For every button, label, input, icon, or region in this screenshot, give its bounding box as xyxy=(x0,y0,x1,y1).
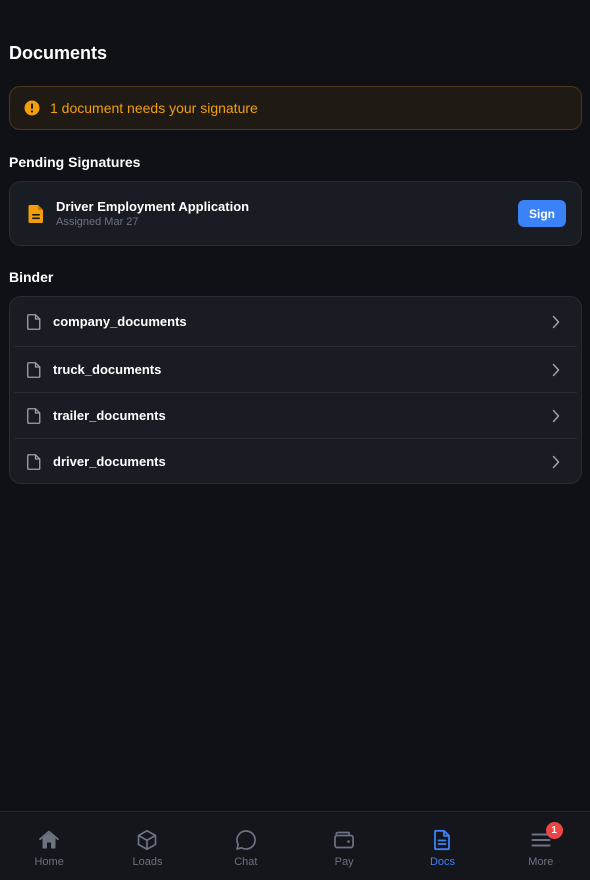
nav-item-more[interactable]: More 1 xyxy=(492,812,590,880)
nav-label: Home xyxy=(34,856,64,868)
nav-label: Pay xyxy=(334,856,354,868)
chevron-right-icon xyxy=(551,315,561,329)
binder-list: company_documents truck_documents traile… xyxy=(9,296,582,484)
binder-title: Binder xyxy=(9,269,54,285)
box-icon xyxy=(135,828,159,852)
bottom-nav: Home Loads Chat Pay Docs More 1 xyxy=(0,811,590,880)
file-icon xyxy=(27,313,41,330)
file-icon xyxy=(27,407,41,424)
binder-item-label: driver_documents xyxy=(53,454,166,469)
file-icon xyxy=(27,453,41,470)
chevron-right-icon xyxy=(551,455,561,469)
document-icon xyxy=(430,828,454,852)
pending-item-text: Driver Employment Application Assigned M… xyxy=(56,199,518,229)
nav-item-docs[interactable]: Docs xyxy=(393,812,491,880)
pending-item-subtitle: Assigned Mar 27 xyxy=(56,215,139,228)
nav-label: Loads xyxy=(132,856,163,868)
pending-signatures-title: Pending Signatures xyxy=(9,154,141,170)
signature-alert: 1 document needs your signature xyxy=(9,86,582,130)
nav-item-chat[interactable]: Chat xyxy=(197,812,295,880)
chat-bubble-icon xyxy=(234,828,258,852)
nav-label: Docs xyxy=(429,856,455,868)
binder-item-label: trailer_documents xyxy=(53,408,166,423)
alert-circle-icon xyxy=(24,100,40,116)
sign-button[interactable]: Sign xyxy=(518,200,566,227)
chevron-right-icon xyxy=(551,363,561,377)
pending-item-title: Driver Employment Application xyxy=(56,198,250,214)
nav-item-home[interactable]: Home xyxy=(0,812,98,880)
wallet-icon xyxy=(332,828,356,852)
chevron-right-icon xyxy=(551,409,561,423)
notification-badge: 1 xyxy=(545,822,563,839)
binder-item-label: truck_documents xyxy=(53,362,162,377)
nav-label: More xyxy=(528,856,554,868)
binder-item-truck-documents[interactable]: truck_documents xyxy=(14,347,577,393)
file-icon xyxy=(27,361,41,378)
nav-item-pay[interactable]: Pay xyxy=(295,812,393,880)
document-text-icon xyxy=(28,204,44,223)
nav-label: Chat xyxy=(234,856,258,868)
page-title: Documents xyxy=(9,43,108,63)
documents-screen: Documents 1 document needs your signatur… xyxy=(0,0,590,880)
home-icon xyxy=(37,828,61,852)
binder-item-driver-documents[interactable]: driver_documents xyxy=(14,439,577,484)
pending-signature-item[interactable]: Driver Employment Application Assigned M… xyxy=(9,181,582,246)
alert-text: 1 document needs your signature xyxy=(50,100,258,116)
binder-item-label: company_documents xyxy=(53,314,187,329)
binder-item-company-documents[interactable]: company_documents xyxy=(14,297,577,347)
nav-item-loads[interactable]: Loads xyxy=(98,812,196,880)
binder-item-trailer-documents[interactable]: trailer_documents xyxy=(14,393,577,439)
